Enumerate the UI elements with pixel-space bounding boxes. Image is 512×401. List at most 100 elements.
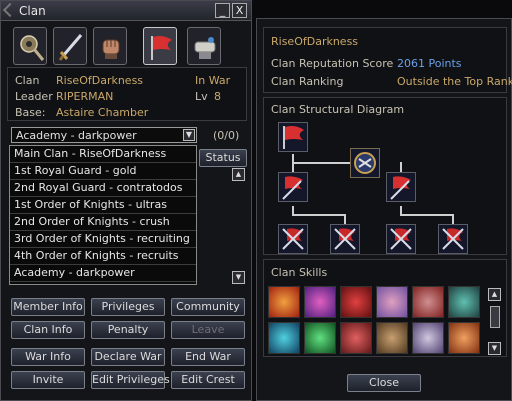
skills-scroll-up-icon[interactable]: ▲ bbox=[488, 288, 501, 301]
reputation-value: 2061 Points bbox=[397, 57, 462, 70]
level-label: Lv bbox=[195, 90, 208, 103]
clan-name: RiseOfDarkness bbox=[56, 74, 144, 87]
clan-detail-window: RiseOfDarkness Clan Reputation Score 206… bbox=[256, 18, 512, 401]
ranking-value: Outside the Top Ranks bbox=[397, 75, 512, 88]
unit-dropdown-list: Main Clan - RiseOfDarkness 1st Royal Gua… bbox=[9, 145, 197, 285]
edit-privileges-button[interactable]: Edit Privileges bbox=[91, 371, 170, 389]
knights-3-node[interactable] bbox=[386, 224, 416, 254]
skill-gear-icon[interactable] bbox=[268, 322, 300, 354]
skills-scroll-down-icon[interactable]: ▼ bbox=[488, 342, 501, 355]
expand-icon bbox=[2, 2, 18, 18]
base-label: Base: bbox=[15, 106, 46, 119]
unit-option[interactable]: 1st Order of Knights - ultras bbox=[10, 197, 196, 214]
skill-armor-icon[interactable] bbox=[376, 322, 408, 354]
unit-option[interactable]: 1st Royal Guard - gold bbox=[10, 163, 196, 180]
diagram-line bbox=[400, 162, 402, 172]
clan-info-button[interactable]: Clan Info bbox=[11, 321, 85, 339]
flag-icon bbox=[151, 36, 172, 60]
clan-label: Clan bbox=[15, 74, 40, 87]
flag-sword-icon bbox=[282, 228, 304, 250]
minimize-button[interactable]: _ bbox=[215, 3, 230, 18]
structure-panel: Clan Structural Diagram bbox=[263, 97, 507, 255]
unit-option[interactable]: Main Clan - RiseOfDarkness bbox=[10, 146, 196, 163]
leader-name: RIPERMAN bbox=[56, 90, 114, 103]
declare-war-button[interactable]: Declare War bbox=[91, 348, 165, 366]
main-clan-node[interactable] bbox=[278, 122, 308, 152]
skill-fire-icon[interactable] bbox=[268, 286, 300, 318]
title-bar[interactable]: Clan _ X bbox=[1, 1, 251, 21]
crest-icon bbox=[354, 152, 376, 174]
flag-icon bbox=[283, 126, 304, 149]
war-info-button[interactable]: War Info bbox=[11, 348, 85, 366]
royal-guard-2-node[interactable] bbox=[386, 172, 416, 202]
leave-button[interactable]: Leave bbox=[171, 321, 245, 339]
tab-clan-info[interactable] bbox=[13, 27, 47, 65]
tab-clan-hall[interactable] bbox=[93, 27, 127, 65]
clan-summary-panel: RiseOfDarkness Clan Reputation Score 206… bbox=[263, 27, 512, 93]
fist-icon bbox=[102, 39, 120, 59]
skill-dragon-icon[interactable] bbox=[340, 286, 372, 318]
close-window-button[interactable]: X bbox=[232, 3, 247, 18]
flag-sword-icon bbox=[282, 176, 303, 200]
tab-clan[interactable] bbox=[143, 27, 177, 65]
skills-panel: Clan Skills ▲ ▼ bbox=[263, 259, 507, 357]
diagram-line bbox=[452, 214, 454, 224]
skill-feather-icon[interactable] bbox=[376, 286, 408, 318]
tab-warehouse[interactable] bbox=[187, 27, 221, 65]
invite-button[interactable]: Invite bbox=[11, 371, 85, 389]
hammer-icon bbox=[20, 35, 45, 61]
skill-helm-icon[interactable] bbox=[448, 322, 480, 354]
level-value: 8 bbox=[214, 90, 221, 103]
flag-sword-icon bbox=[442, 228, 464, 250]
war-status: In War bbox=[195, 74, 231, 87]
diagram-title: Clan Structural Diagram bbox=[271, 103, 405, 116]
unit-select[interactable]: Academy - darkpower ▼ bbox=[11, 127, 197, 143]
flag-sword-icon bbox=[390, 228, 412, 250]
edit-crest-button[interactable]: Edit Crest bbox=[171, 371, 245, 389]
unit-option[interactable]: 2nd Order of Knights - crush bbox=[10, 214, 196, 231]
member-count: (0/0) bbox=[213, 129, 240, 142]
flag-sword-icon bbox=[390, 176, 411, 200]
scroll-icon bbox=[194, 37, 216, 59]
diagram-line bbox=[400, 214, 452, 216]
ranking-label: Clan Ranking bbox=[271, 75, 344, 88]
unit-option[interactable]: Academy - darkpower bbox=[10, 265, 196, 282]
window-title: Clan bbox=[19, 4, 46, 18]
diagram-line bbox=[292, 162, 354, 164]
diagram-line bbox=[292, 214, 344, 216]
status-button[interactable]: Status bbox=[199, 149, 247, 167]
knights-4-node[interactable] bbox=[438, 224, 468, 254]
diagram-line bbox=[344, 214, 346, 224]
community-button[interactable]: Community bbox=[171, 298, 245, 316]
end-war-button[interactable]: End War bbox=[171, 348, 245, 366]
unit-option[interactable]: 2nd Royal Guard - contratodos bbox=[10, 180, 196, 197]
privileges-button[interactable]: Privileges bbox=[91, 298, 165, 316]
skills-title: Clan Skills bbox=[271, 266, 328, 279]
knights-1-node[interactable] bbox=[278, 224, 308, 254]
skill-ring-icon[interactable] bbox=[448, 286, 480, 318]
skill-crown-icon[interactable] bbox=[412, 322, 444, 354]
royal-guard-1-node[interactable] bbox=[278, 172, 308, 202]
leader-label: Leader bbox=[15, 90, 53, 103]
member-info-button[interactable]: Member Info bbox=[11, 298, 85, 316]
selected-unit: Academy - darkpower bbox=[16, 129, 137, 142]
scroll-down-icon[interactable]: ▼ bbox=[232, 271, 245, 284]
clan-window: Clan _ X Clan RiseOfDarkness Leader RIPE… bbox=[0, 0, 252, 401]
scroll-up-icon[interactable]: ▲ bbox=[232, 168, 245, 181]
base-name: Astaire Chamber bbox=[56, 106, 149, 119]
skill-shield-icon[interactable] bbox=[412, 286, 444, 318]
unit-option[interactable]: 4th Order of Knights - recruits bbox=[10, 248, 196, 265]
flag-sword-icon bbox=[334, 228, 356, 250]
knights-2-node[interactable] bbox=[330, 224, 360, 254]
detail-clan-name: RiseOfDarkness bbox=[271, 35, 359, 48]
skill-sword-green-icon[interactable] bbox=[304, 322, 336, 354]
unit-option[interactable]: 3rd Order of Knights - recruiting bbox=[10, 231, 196, 248]
academy-node[interactable] bbox=[350, 148, 380, 178]
skills-scroll-thumb[interactable] bbox=[490, 306, 500, 328]
skill-swirl-icon[interactable] bbox=[304, 286, 336, 318]
chevron-down-icon[interactable]: ▼ bbox=[183, 129, 195, 141]
penalty-button[interactable]: Penalty bbox=[91, 321, 165, 339]
close-button[interactable]: Close bbox=[347, 374, 421, 392]
tab-clan-war[interactable] bbox=[53, 27, 87, 65]
skill-claw-icon[interactable] bbox=[340, 322, 372, 354]
